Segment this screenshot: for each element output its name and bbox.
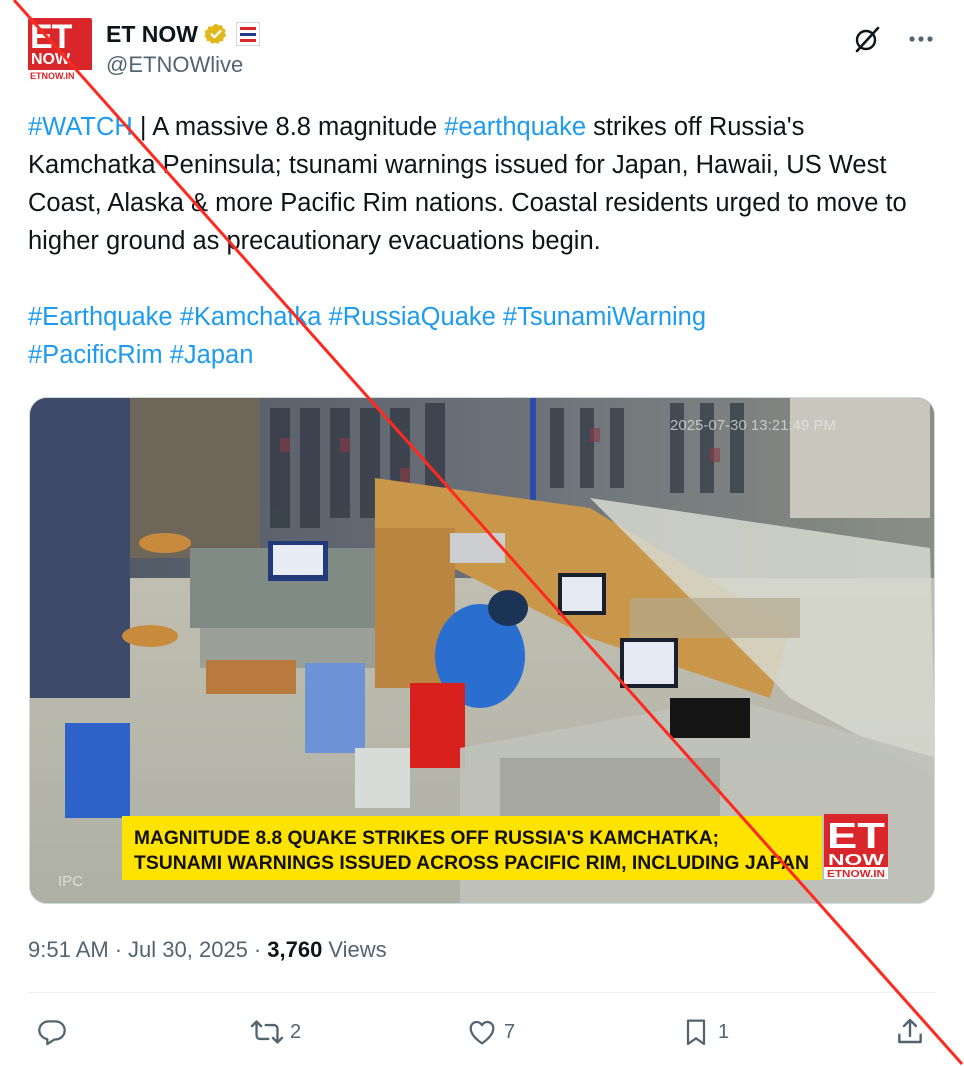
hashtag-watch[interactable]: #WATCH — [28, 113, 133, 141]
header-actions — [852, 24, 936, 54]
divider — [28, 992, 936, 993]
share-button[interactable] — [894, 1014, 926, 1050]
views-count: 3,760 — [267, 937, 323, 962]
hashtag[interactable]: #TsunamiWarning — [503, 303, 706, 331]
hashtag[interactable]: #RussiaQuake — [329, 303, 496, 331]
like-button[interactable]: 7 — [466, 1014, 515, 1050]
logo-et-text: ET — [827, 815, 885, 856]
bookmark-icon — [686, 1019, 706, 1046]
heart-icon — [469, 1020, 495, 1045]
account-names: ET NOW @ETNOWlive — [106, 18, 260, 78]
share-icon — [898, 1018, 922, 1044]
grok-icon[interactable] — [852, 24, 882, 54]
tweet-video[interactable]: 2025-07-30 13:21:49 PM IPC MAGNITUDE 8.8… — [29, 397, 935, 904]
hashtag[interactable]: #Kamchatka — [180, 303, 322, 331]
hashtag[interactable]: #PacificRim — [28, 341, 163, 369]
action-bar: 2 7 1 — [28, 1008, 936, 1056]
reply-button[interactable] — [36, 1014, 74, 1050]
cctv-timestamp: 2025-07-30 13:21:49 PM — [670, 417, 836, 434]
like-count: 7 — [504, 1020, 516, 1043]
bookmark-count: 1 — [718, 1020, 730, 1043]
more-icon[interactable] — [906, 24, 936, 54]
tweet-header: ET NOW ETNOW.IN ET NOW @ETNOWlive — [28, 16, 936, 84]
avatar-now-text: NOW — [31, 51, 71, 68]
tweet-text-segment: | A massive 8.8 magnitude — [132, 113, 445, 141]
verified-badge-icon — [204, 23, 227, 44]
reply-icon — [38, 1020, 66, 1046]
hashtag-earthquake-inline[interactable]: #earthquake — [444, 113, 586, 141]
et-now-logo: ET NOW ETNOW.IN — [824, 814, 888, 880]
tweet-meta: 9:51 AM · Jul 30, 2025 · 3,760 Views — [28, 934, 387, 966]
avatar[interactable]: ET NOW ETNOW.IN — [28, 18, 92, 82]
bookmark-button[interactable]: 1 — [680, 1014, 729, 1050]
cctv-camera-label: IPC — [58, 873, 83, 890]
views-label: Views — [328, 937, 387, 962]
video-frame: 2025-07-30 13:21:49 PM IPC MAGNITUDE 8.8… — [30, 398, 934, 903]
logo-site-text: ETNOW.IN — [827, 869, 885, 880]
display-name[interactable]: ET NOW — [106, 21, 198, 48]
tweet-date[interactable]: Jul 30, 2025 — [128, 937, 248, 963]
repost-icon — [250, 1020, 284, 1044]
meta-separator: · — [114, 937, 123, 962]
repost-button[interactable]: 2 — [250, 1014, 301, 1050]
ticker-line-2: TSUNAMI WARNINGS ISSUED ACROSS PACIFIC R… — [134, 853, 809, 874]
ticker-line-1: MAGNITUDE 8.8 QUAKE STRIKES OFF RUSSIA'S… — [134, 828, 719, 849]
meta-separator: · — [253, 937, 262, 962]
repost-count: 2 — [290, 1020, 302, 1043]
tweet-text: #WATCH | A massive 8.8 magnitude #earthq… — [28, 108, 938, 374]
hashtag[interactable]: #Japan — [170, 341, 254, 369]
hashtag[interactable]: #Earthquake — [28, 303, 173, 331]
tweet-body: #WATCH | A massive 8.8 magnitude #earthq… — [28, 108, 938, 260]
affiliate-badge-icon[interactable] — [236, 22, 260, 46]
hashtag-line: #Earthquake #Kamchatka #RussiaQuake #Tsu… — [28, 298, 938, 374]
handle[interactable]: @ETNOWlive — [106, 52, 260, 78]
tweet-time[interactable]: 9:51 AM — [28, 937, 109, 963]
display-name-row: ET NOW — [106, 18, 260, 50]
avatar-site-text: ETNOW.IN — [28, 70, 92, 82]
logo-now-text: NOW — [828, 852, 885, 869]
